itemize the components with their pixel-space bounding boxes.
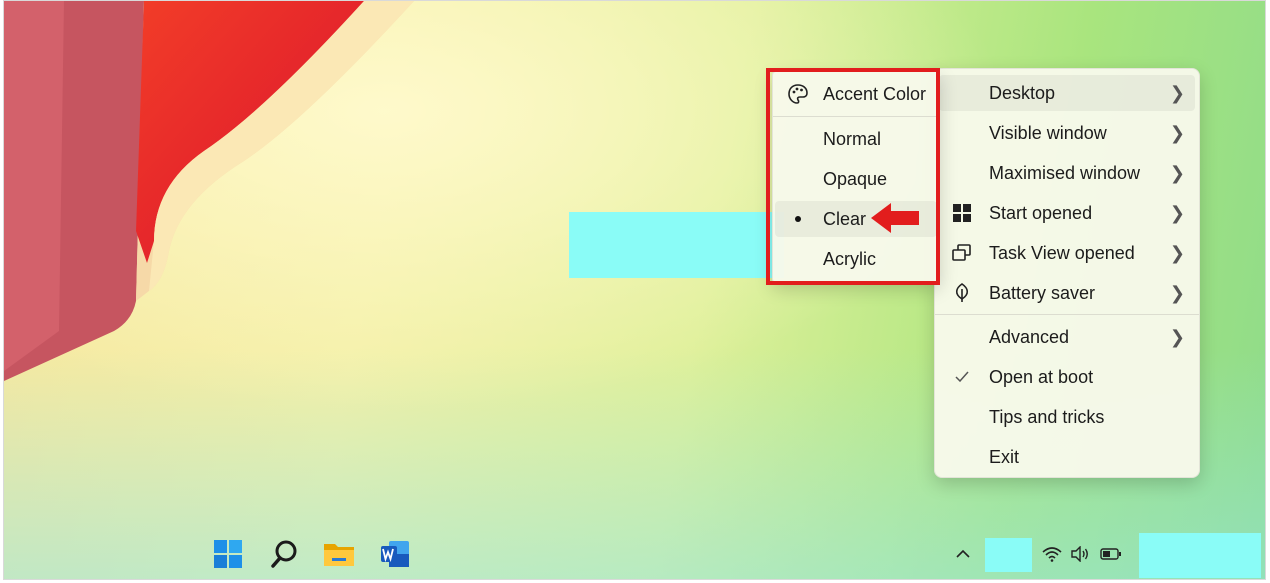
word-icon[interactable] [378,537,412,571]
windows-logo-icon [951,202,973,224]
chevron-right-icon: ❯ [1169,242,1185,263]
chevron-up-icon[interactable] [952,543,974,565]
menu-item-label: Start opened [989,202,1093,223]
menu-item-start-opened[interactable]: Start opened ❯ [939,195,1195,231]
redacted-block [569,212,784,278]
menu-item-task-view-opened[interactable]: Task View opened ❯ [939,235,1195,271]
wallpaper-art [4,1,414,381]
menu-item-battery-saver[interactable]: Battery saver ❯ [939,275,1195,311]
menu-item-label: Battery saver [989,282,1096,303]
menu-item-label: Tips and tricks [989,406,1105,427]
chevron-right-icon: ❯ [1169,282,1185,303]
chevron-right-icon: ❯ [1169,122,1185,143]
tray-context-menu: Desktop ❯ Visible window ❯ Maximised win… [934,68,1200,478]
battery-icon[interactable] [1100,543,1122,565]
menu-item-advanced[interactable]: Advanced ❯ [939,319,1195,355]
menu-separator [935,314,1199,315]
desktop: Desktop ❯ Visible window ❯ Maximised win… [3,0,1266,580]
menu-item-exit[interactable]: Exit [939,439,1195,475]
menu-item-maximised-window[interactable]: Maximised window ❯ [939,155,1195,191]
task-view-icon [951,242,973,264]
file-explorer-icon[interactable] [322,537,356,571]
menu-item-label: Task View opened [989,242,1135,263]
search-icon[interactable] [268,537,302,571]
chevron-right-icon: ❯ [1169,82,1185,103]
chevron-right-icon: ❯ [1169,326,1185,347]
volume-icon[interactable] [1069,543,1091,565]
menu-item-label: Open at boot [989,366,1094,387]
menu-item-label: Advanced [989,326,1070,347]
menu-item-label: Desktop [989,82,1056,103]
wifi-icon[interactable] [1041,543,1063,565]
menu-item-label: Maximised window [989,162,1141,183]
menu-item-label: Visible window [989,122,1107,143]
highlight-box [766,68,940,285]
menu-item-tips-and-tricks[interactable]: Tips and tricks [939,399,1195,435]
menu-item-label: Exit [989,446,1020,467]
menu-item-visible-window[interactable]: Visible window ❯ [939,115,1195,151]
checkmark-icon [951,366,973,388]
menu-item-open-at-boot[interactable]: Open at boot [939,359,1195,395]
leaf-icon [951,282,973,304]
pointer-arrow-icon [871,203,919,233]
chevron-right-icon: ❯ [1169,202,1185,223]
redacted-clock-block [1139,533,1261,578]
menu-item-desktop[interactable]: Desktop ❯ [939,75,1195,111]
chevron-right-icon: ❯ [1169,162,1185,183]
start-icon[interactable] [211,537,245,571]
redacted-tray-block [985,538,1032,572]
